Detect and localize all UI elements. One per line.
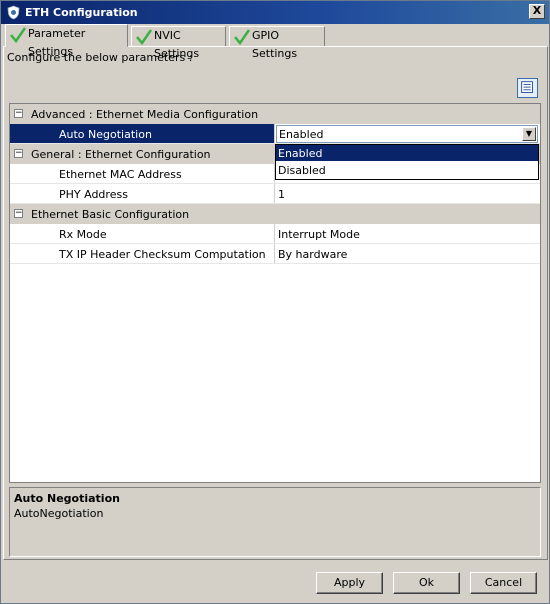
- combo-value: Enabled: [279, 128, 324, 141]
- property-value[interactable]: 1: [275, 184, 540, 203]
- check-icon: [136, 29, 153, 46]
- dropdown-option-disabled[interactable]: Disabled: [276, 162, 538, 178]
- property-name: PHY Address: [10, 184, 275, 203]
- tab-parameter-settings[interactable]: Parameter Settings: [5, 24, 128, 58]
- property-name: TX IP Header Checksum Computation: [10, 244, 275, 263]
- description-title: Auto Negotiation: [14, 492, 120, 505]
- tab-gpio-settings[interactable]: GPIO Settings: [229, 26, 325, 60]
- group-label: General : Ethernet Configuration: [31, 148, 211, 161]
- collapse-icon[interactable]: −: [14, 209, 23, 218]
- collapse-icon[interactable]: −: [14, 109, 23, 118]
- eth-configuration-dialog: ETH Configuration X Parameter Settings N…: [0, 0, 550, 604]
- property-row-phy-address[interactable]: PHY Address 1: [10, 184, 540, 204]
- close-button[interactable]: X: [529, 4, 545, 19]
- window-title: ETH Configuration: [25, 6, 138, 19]
- chevron-down-icon[interactable]: ▼: [522, 127, 536, 141]
- property-value[interactable]: By hardware: [275, 244, 540, 263]
- title-bar: ETH Configuration X: [1, 1, 549, 24]
- apply-button[interactable]: Apply: [316, 572, 383, 594]
- description-panel: Auto Negotiation AutoNegotiation: [9, 487, 541, 557]
- tab-nvic-settings[interactable]: NVIC Settings: [131, 26, 226, 60]
- group-advanced-ethernet-media[interactable]: − Advanced : Ethernet Media Configuratio…: [10, 104, 540, 124]
- property-row-rx-mode[interactable]: Rx Mode Interrupt Mode: [10, 224, 540, 244]
- auto-negotiation-dropdown: Enabled Disabled: [275, 144, 539, 180]
- property-name: Auto Negotiation: [10, 124, 275, 143]
- auto-negotiation-combo[interactable]: Enabled ▼: [276, 125, 538, 143]
- property-row-auto-negotiation[interactable]: Auto Negotiation Enabled ▼: [10, 124, 540, 144]
- property-row-tx-checksum[interactable]: TX IP Header Checksum Computation By har…: [10, 244, 540, 264]
- dropdown-option-enabled[interactable]: Enabled: [276, 145, 538, 161]
- app-shield-icon: [7, 5, 20, 20]
- ok-button[interactable]: Ok: [393, 572, 460, 594]
- property-name: Rx Mode: [10, 224, 275, 243]
- group-ethernet-basic[interactable]: − Ethernet Basic Configuration: [10, 204, 540, 224]
- view-toggle-button[interactable]: [517, 78, 538, 98]
- list-view-icon: [521, 81, 533, 93]
- collapse-icon[interactable]: −: [14, 149, 23, 158]
- property-value[interactable]: Interrupt Mode: [275, 224, 540, 243]
- check-icon: [234, 29, 251, 46]
- property-name: Ethernet MAC Address: [10, 164, 275, 183]
- group-label: Ethernet Basic Configuration: [31, 208, 190, 221]
- group-label: Advanced : Ethernet Media Configuration: [31, 108, 259, 121]
- description-text: AutoNegotiation: [14, 507, 104, 520]
- close-icon: X: [532, 4, 542, 17]
- cancel-button[interactable]: Cancel: [470, 572, 537, 594]
- check-icon: [10, 27, 27, 44]
